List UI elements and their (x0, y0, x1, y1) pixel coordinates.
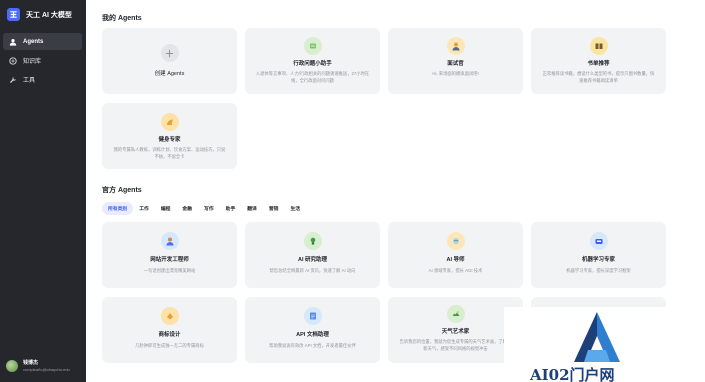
tab-all[interactable]: 所有类别 (102, 202, 134, 215)
fitness-icon (160, 113, 179, 131)
tab-life[interactable]: 生活 (284, 202, 306, 215)
agent-card[interactable]: AI 研究助理 帮您总结全网最新 AI 资讯，快速了解 AI 动向 (245, 222, 380, 288)
sidebar-nav: Agents 知识库 工具 (3, 33, 82, 90)
agent-card-name: 面试官 (447, 61, 464, 67)
agent-card-name: 创建 Agents (154, 71, 185, 77)
research-icon (303, 232, 322, 250)
tools-icon (9, 76, 17, 84)
mentor-icon (446, 232, 465, 250)
knowledge-base-icon (9, 56, 17, 65)
tab-translation[interactable]: 翻译 (241, 202, 263, 215)
watermark-text: AI02门户网 (530, 366, 615, 382)
agent-card-desc: Hi, 来场面的模拟面试吧! (432, 71, 479, 76)
weather-art-icon (446, 305, 465, 323)
agent-card-name: AI 研究助理 (297, 257, 328, 263)
agent-card[interactable]: API 文档助理 帮助我说说有效改 API 文档，开发者最佳伙伴 (245, 297, 380, 363)
api-doc-icon (303, 307, 322, 325)
agent-card-desc: 帮您总结全网最新 AI 资讯，快速了解 AI 动向 (269, 268, 356, 273)
user-name: 钱博杰 (23, 360, 39, 366)
agent-card-name: 行政问题小助手 (293, 61, 332, 67)
agent-card[interactable]: 网站开发工程师 一句话创建出漂亮精美网站 (102, 222, 237, 288)
plus-icon (160, 44, 179, 62)
agent-card[interactable]: 健身专家 我的专属私人教练，训练计划、饮食方案、运动技巧，只说不妨，不说全卡 (102, 103, 237, 169)
agent-card-name: 机器学习专家 (581, 257, 615, 263)
trademark-icon (160, 307, 179, 325)
user-profile[interactable]: 钱博杰 cumpleaño@ohayoho.edu (6, 359, 70, 372)
tab-programming[interactable]: 编程 (155, 202, 177, 215)
agent-card-desc: 一句话创建出漂亮精美网站 (143, 268, 196, 273)
agent-card-desc: 几秒钟即可生成独一无二的专属商标 (135, 343, 204, 348)
sidebar-item-agents[interactable]: Agents (3, 33, 82, 50)
category-tabs: 所有类别 工作 编程 金融 写作 助手 翻译 营销 生活 (102, 202, 306, 215)
developer-icon (160, 232, 179, 250)
agent-card-name: 网站开发工程师 (150, 257, 189, 263)
sidebar-item-label: 工具 (23, 78, 36, 84)
agent-card-desc: AI 领域专家，擅长 AGI 技术 (428, 268, 483, 273)
tab-finance[interactable]: 金融 (176, 202, 198, 215)
app-title: 天工 AI 大模型 (26, 11, 72, 19)
agent-card[interactable]: 机器学习专家 机器学习专家，擅长深度学习框架 (531, 222, 666, 288)
agent-card[interactable]: 书单推荐 正常推荐读书籍，想读什么类型的书，提示只图书数量，快速推荐书籍阅读清单 (531, 28, 666, 94)
create-agent-card[interactable]: 创建 Agents (102, 28, 237, 94)
user-email: cumpleaño@ohayoho.edu (23, 367, 70, 372)
my-agents-title: 我的 Agents (102, 15, 142, 22)
agent-card-name: 健身专家 (158, 137, 181, 143)
agent-card-name: 书单推荐 (587, 61, 610, 67)
agent-card-desc: 机器学习专家，擅长深度学习框架 (566, 268, 631, 273)
agent-card-desc: 正常推荐读书籍，想读什么类型的书，提示只图书数量，快速推荐书籍阅读清单 (542, 71, 655, 83)
watermark-logo-icon (566, 310, 628, 364)
agent-card-name: 天气艺术家 (441, 329, 470, 335)
agents-icon (9, 38, 17, 46)
interviewer-icon (446, 37, 465, 55)
ml-icon (589, 232, 608, 250)
agent-card-desc: 告诉我您的位置，我就为您生成专属的天气艺术画，了解最新天气，感受不同风格的视觉冲… (399, 339, 512, 351)
sidebar-item-tools[interactable]: 工具 (3, 71, 82, 88)
sidebar-item-label: Agents (23, 38, 44, 45)
official-agents-title: 官方 Agents (102, 187, 142, 194)
sidebar-item-label: 知识库 (23, 59, 42, 65)
agent-card[interactable]: 天气艺术家 告诉我您的位置，我就为您生成专属的天气艺术画，了解最新天气，感受不同… (388, 297, 523, 363)
tab-marketing[interactable]: 营销 (263, 202, 285, 215)
app-logo-icon (7, 8, 20, 21)
tab-writing[interactable]: 写作 (198, 202, 220, 215)
sidebar-item-knowledge-base[interactable]: 知识库 (3, 52, 82, 69)
agent-card-name: 商标设计 (158, 332, 181, 338)
brand[interactable]: 天工 AI 大模型 (7, 8, 72, 21)
agent-card-desc: 入退休等言事项、人力/行政相关的问题请速推送，27小时在线，全行政面对问问题 (255, 71, 370, 83)
agent-card-desc: 我的专属私人教练，训练计划、饮食方案、运动技巧，只说不妨，不说全卡 (113, 147, 226, 159)
agent-card-desc: 帮助我说说有效改 API 文档，开发者最佳伙伴 (269, 343, 356, 348)
agent-card[interactable]: AI 导师 AI 领域专家，擅长 AGI 技术 (388, 222, 523, 288)
agent-card[interactable]: 商标设计 几秒钟即可生成独一无二的专属商标 (102, 297, 237, 363)
tab-assistant[interactable]: 助手 (220, 202, 242, 215)
agent-card[interactable]: 面试官 Hi, 来场面的模拟面试吧! (388, 28, 523, 94)
tab-work[interactable]: 工作 (133, 202, 155, 215)
assistant-icon (303, 37, 322, 55)
app-window: 天工 AI 大模型 Agents 知识库 工具 钱博杰 cumpleaño@oh… (0, 0, 705, 382)
avatar (6, 359, 18, 372)
agent-card-name: API 文档助理 (296, 332, 329, 338)
sidebar: 天工 AI 大模型 Agents 知识库 工具 钱博杰 cumpleaño@oh… (0, 0, 86, 382)
book-icon (589, 37, 608, 55)
agent-card-name: AI 导师 (446, 257, 465, 263)
agent-card[interactable]: 行政问题小助手 入退休等言事项、人力/行政相关的问题请速推送，27小时在线，全行… (245, 28, 380, 94)
